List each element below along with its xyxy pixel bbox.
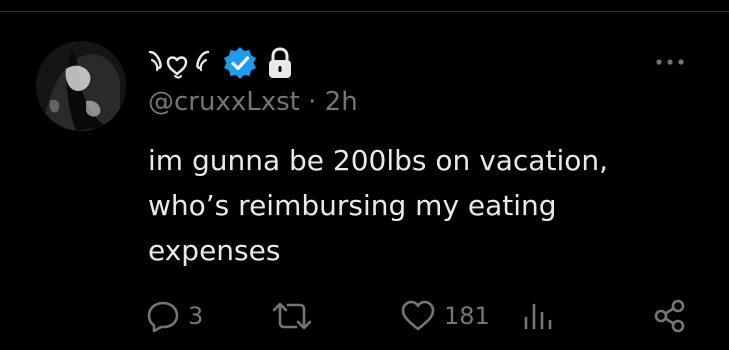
- views-button[interactable]: [521, 296, 563, 336]
- share-button[interactable]: [652, 296, 688, 336]
- top-divider: [0, 11, 729, 12]
- display-name-glyphs-icon: [148, 50, 210, 79]
- timestamp[interactable]: 2h: [325, 87, 358, 117]
- handle-row: @cruxxLxst · 2h: [148, 86, 358, 118]
- like-count: 181: [444, 302, 490, 330]
- name-row: ʚ♡ɞ: [146, 42, 298, 84]
- tweet-text-line: im gunna be 200lbs on vacation,: [148, 144, 609, 177]
- reply-count: 3: [188, 302, 204, 330]
- handle[interactable]: @cruxxLxst: [148, 87, 300, 117]
- reply-icon: [147, 301, 179, 333]
- retweet-icon: [272, 302, 312, 330]
- reply-button[interactable]: 3: [146, 296, 203, 336]
- avatar[interactable]: [36, 41, 126, 131]
- lock-icon: [262, 45, 298, 81]
- heart-icon: [401, 300, 435, 331]
- share-icon: [654, 299, 685, 333]
- views-icon: [524, 303, 552, 330]
- like-button[interactable]: 181: [400, 296, 490, 336]
- verified-icon: [222, 45, 258, 81]
- tweet-text-line: who’s reimbursing my eating: [148, 189, 557, 222]
- retweet-button[interactable]: [270, 296, 322, 336]
- display-name[interactable]: ʚ♡ɞ: [146, 46, 212, 80]
- handle-separator: ·: [299, 87, 325, 117]
- tweet-text: im gunna be 200lbs on vacation, who’s re…: [148, 138, 668, 273]
- tweet-text-line: expenses: [148, 234, 281, 267]
- more-options-button[interactable]: [650, 50, 690, 74]
- more-horizontal-icon: [656, 59, 684, 65]
